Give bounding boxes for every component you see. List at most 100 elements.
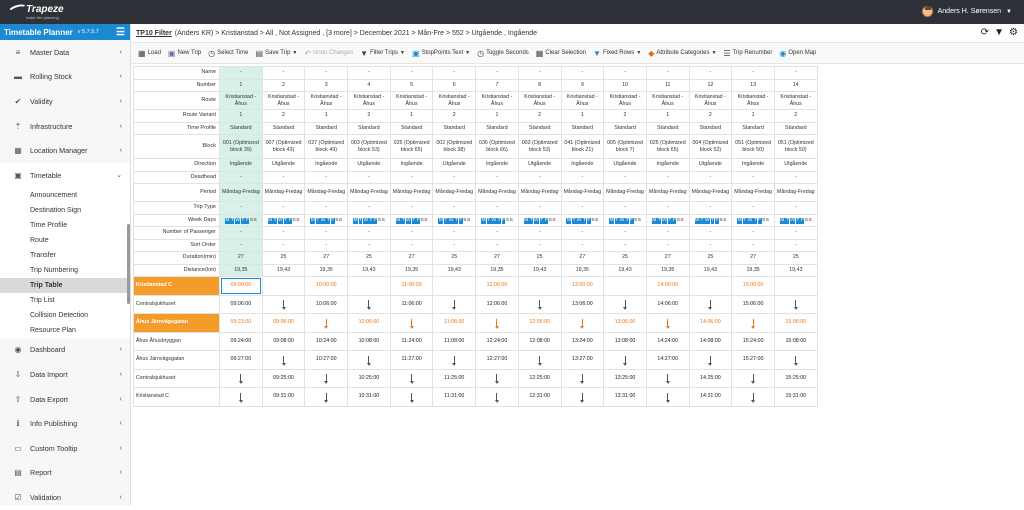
trip-cell-weekdays[interactable]: MTWTFSS	[731, 213, 775, 227]
time-cell[interactable]: 13:27:00	[560, 350, 605, 370]
time-cell[interactable]: 09:31:00	[261, 387, 306, 407]
time-cell[interactable]	[304, 368, 349, 388]
trip-cell-distance[interactable]: 19,35	[304, 263, 349, 277]
time-cell[interactable]: 13:24:00	[560, 331, 605, 351]
trip-cell-direction[interactable]: Utgående	[517, 158, 562, 172]
time-cell[interactable]: 14:27:00	[645, 350, 690, 370]
trip-cell-number[interactable]: 6	[432, 78, 477, 92]
trip-cell-variant[interactable]: 2	[603, 109, 647, 123]
trip-cell-name[interactable]: -	[475, 66, 519, 80]
trip-cell-route[interactable]: Kristianstad - Åhus	[560, 91, 605, 110]
trip-cell-deadhead[interactable]: -	[773, 170, 818, 184]
trip-cell-sort[interactable]: -	[389, 238, 434, 252]
trip-cell-direction[interactable]: Utgående	[603, 158, 647, 172]
time-cell[interactable]	[389, 387, 434, 407]
trip-cell-number[interactable]: 14	[773, 78, 818, 92]
sidebar-subitem-resource-plan[interactable]: Resource Plan	[0, 323, 130, 338]
trip-cell-variant[interactable]: 2	[517, 109, 562, 123]
trip-cell-deadhead[interactable]: -	[645, 170, 690, 184]
trip-cell-weekdays[interactable]: MTWTFSS	[219, 213, 263, 227]
time-cell[interactable]: 09:27:00	[219, 350, 263, 370]
time-cell[interactable]: 09:25:00	[261, 368, 306, 388]
attribute-categories-button[interactable]: ◆ Attribute Categories ▼	[646, 49, 718, 58]
refresh-icon[interactable]: ⟳	[981, 27, 989, 38]
trip-cell-variant[interactable]: 1	[389, 109, 434, 123]
trip-cell-variant[interactable]: 1	[645, 109, 690, 123]
trip-cell-period[interactable]: Måndag-Fredag	[603, 183, 647, 202]
time-cell[interactable]: 10:00:00	[304, 276, 349, 296]
trip-cell-block[interactable]: 005 (Optimized block 7)	[603, 134, 647, 159]
trip-cell-period[interactable]: Måndag-Fredag	[688, 183, 733, 202]
trip-cell-weekdays[interactable]: MTWTFSS	[347, 213, 391, 227]
trip-cell-direction[interactable]: Ingående	[389, 158, 434, 172]
time-cell[interactable]: 09:24:00	[219, 331, 263, 351]
trip-cell-weekdays[interactable]: MTWTFSS	[603, 213, 647, 227]
trip-cell-passengers[interactable]: -	[261, 226, 306, 240]
trip-cell-distance[interactable]: 19,43	[603, 263, 647, 277]
trip-cell-block[interactable]: 004 (Optimized block 52)	[688, 134, 733, 159]
trip-cell-passengers[interactable]: -	[389, 226, 434, 240]
trip-cell-weekdays[interactable]: MTWTFSS	[560, 213, 605, 227]
time-cell[interactable]: 13:31:00	[603, 387, 647, 407]
trip-cell-number[interactable]: 13	[731, 78, 775, 92]
trip-cell-sort[interactable]: -	[603, 238, 647, 252]
time-cell[interactable]	[219, 368, 263, 388]
trip-cell-passengers[interactable]: -	[475, 226, 519, 240]
sidebar-subitem-route[interactable]: Route	[0, 233, 130, 248]
trip-cell-weekdays[interactable]: MTWTFSS	[475, 213, 519, 227]
time-cell[interactable]	[517, 294, 562, 314]
trip-cell-duration[interactable]: 25	[347, 251, 391, 265]
sidebar-subitem-trip-table[interactable]: Trip Table	[0, 277, 130, 293]
sidebar-item-data-export[interactable]: ⇧ Data Export ‹	[0, 387, 130, 412]
trip-cell-weekdays[interactable]: MTWTFSS	[261, 213, 306, 227]
trip-cell-distance[interactable]: 19,35	[731, 263, 775, 277]
trip-cell-block[interactable]: 003 (Optimized block 53)	[517, 134, 562, 159]
trip-cell-distance[interactable]: 19,43	[773, 263, 818, 277]
trip-cell-profile[interactable]: Standard	[261, 121, 306, 135]
time-cell[interactable]	[773, 350, 818, 370]
trip-cell-type[interactable]: -	[773, 201, 818, 215]
trip-cell-sort[interactable]: -	[304, 238, 349, 252]
trip-cell-direction[interactable]: Ingående	[304, 158, 349, 172]
trip-cell-passengers[interactable]: -	[517, 226, 562, 240]
trip-cell-sort[interactable]: -	[432, 238, 477, 252]
time-cell[interactable]: 09:08:00	[261, 331, 306, 351]
hamburger-menu-icon[interactable]: ☰	[116, 27, 125, 38]
trip-cell-block[interactable]: 001 (Optimized block 39)	[219, 134, 263, 159]
trip-cell-sort[interactable]: -	[645, 238, 690, 252]
sidebar-item-timetable[interactable]: ▣ Timetable ⌄	[0, 162, 130, 188]
trip-cell-distance[interactable]: 19,35	[645, 263, 690, 277]
trip-cell-distance[interactable]: 19,43	[432, 263, 477, 277]
time-cell[interactable]: 15:25:00	[773, 368, 818, 388]
trip-cell-passengers[interactable]: -	[688, 226, 733, 240]
trip-cell-duration[interactable]: 25	[432, 251, 477, 265]
gear-icon[interactable]: ⚙	[1009, 27, 1018, 38]
trip-cell-variant[interactable]: 1	[475, 109, 519, 123]
trip-cell-duration[interactable]: 27	[645, 251, 690, 265]
trip-cell-weekdays[interactable]: MTWTFSS	[517, 213, 562, 227]
trip-cell-deadhead[interactable]: -	[688, 170, 733, 184]
time-cell[interactable]	[688, 350, 733, 370]
trip-cell-distance[interactable]: 19,35	[475, 263, 519, 277]
trip-cell-sort[interactable]: -	[688, 238, 733, 252]
trip-cell-profile[interactable]: Standard	[773, 121, 818, 135]
time-cell[interactable]	[560, 313, 605, 333]
time-cell[interactable]	[347, 294, 391, 314]
trip-cell-period[interactable]: Måndag-Fredag	[304, 183, 349, 202]
trip-cell-route[interactable]: Kristianstad - Åhus	[347, 91, 391, 110]
time-cell[interactable]	[688, 294, 733, 314]
trip-cell-number[interactable]: 8	[517, 78, 562, 92]
trip-cell-profile[interactable]: Standard	[517, 121, 562, 135]
time-cell[interactable]	[432, 294, 477, 314]
trip-cell-route[interactable]: Kristianstad - Åhus	[731, 91, 775, 110]
trip-cell-route[interactable]: Kristianstad - Åhus	[432, 91, 477, 110]
time-cell[interactable]: 15:00:00	[731, 276, 775, 296]
time-cell[interactable]	[347, 350, 391, 370]
trip-cell-period[interactable]: Måndag-Fredag	[773, 183, 818, 202]
trip-cell-block[interactable]: 002 (Optimized block 38)	[432, 134, 477, 159]
trip-cell-direction[interactable]: Utgående	[347, 158, 391, 172]
time-cell[interactable]	[603, 276, 647, 296]
trip-cell-distance[interactable]: 19,43	[347, 263, 391, 277]
time-cell[interactable]	[560, 368, 605, 388]
time-cell[interactable]	[432, 350, 477, 370]
